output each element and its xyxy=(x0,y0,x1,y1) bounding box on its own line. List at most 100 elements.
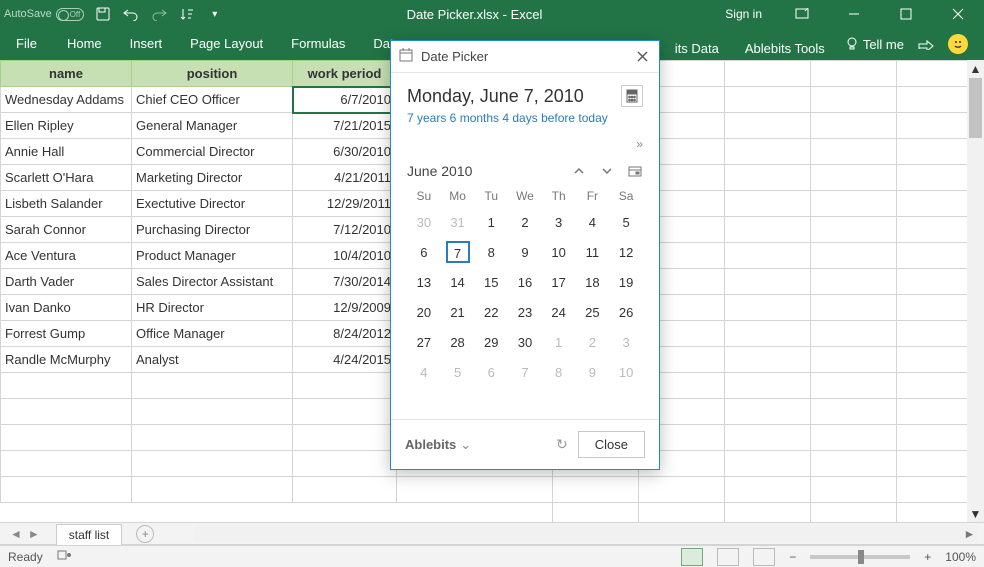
cell[interactable]: 12/9/2009 xyxy=(293,295,397,321)
cell[interactable]: 6/30/2010 xyxy=(293,139,397,165)
feedback-smiley-icon[interactable] xyxy=(948,34,968,54)
calendar-day[interactable]: 18 xyxy=(576,267,610,297)
cell[interactable]: Office Manager xyxy=(132,321,293,347)
calendar-day[interactable]: 30 xyxy=(407,207,441,237)
cell[interactable] xyxy=(132,399,293,425)
sort-icon[interactable] xyxy=(178,5,196,23)
cell[interactable]: Marketing Director xyxy=(132,165,293,191)
cell[interactable]: Wednesday Addams xyxy=(1,87,132,113)
view-page-layout-icon[interactable] xyxy=(717,548,739,566)
tellme[interactable]: Tell me xyxy=(845,37,904,52)
calendar-day[interactable]: 14 xyxy=(441,267,475,297)
calendar-day[interactable]: 30 xyxy=(508,327,542,357)
expand-icon[interactable]: » xyxy=(636,137,643,151)
redo-icon[interactable] xyxy=(150,5,168,23)
calendar-day[interactable]: 24 xyxy=(542,297,576,327)
ablebits-brand[interactable]: Ablebits⌄ xyxy=(405,437,471,453)
pane-close-icon[interactable] xyxy=(633,48,651,66)
view-normal-icon[interactable] xyxy=(681,548,703,566)
zoom-level[interactable]: 100% xyxy=(945,550,976,564)
vertical-scrollbar[interactable]: ▲ ▼ xyxy=(967,60,984,522)
calendar-day[interactable]: 10 xyxy=(609,357,643,387)
cell[interactable]: Ace Ventura xyxy=(1,243,132,269)
calendar-day[interactable]: 15 xyxy=(474,267,508,297)
calendar-day[interactable]: 20 xyxy=(407,297,441,327)
cell[interactable] xyxy=(132,477,293,503)
calendar-day[interactable]: 27 xyxy=(407,327,441,357)
col-header-period[interactable]: work period xyxy=(293,61,397,87)
col-header-name[interactable]: name xyxy=(1,61,132,87)
tab-home[interactable]: Home xyxy=(53,28,116,60)
cell[interactable]: General Manager xyxy=(132,113,293,139)
calendar-day[interactable]: 7 xyxy=(508,357,542,387)
cell[interactable]: 7/21/2015 xyxy=(293,113,397,139)
calendar-day[interactable]: 4 xyxy=(576,207,610,237)
calendar-day[interactable]: 21 xyxy=(441,297,475,327)
tab-nav-next-icon[interactable]: ► xyxy=(28,527,40,541)
hscroll-left-icon[interactable]: ◄ xyxy=(194,525,211,542)
cell[interactable] xyxy=(293,451,397,477)
cell[interactable]: Forrest Gump xyxy=(1,321,132,347)
month-label[interactable]: June 2010 xyxy=(407,163,571,179)
zoom-in-icon[interactable]: + xyxy=(924,550,931,564)
cell[interactable] xyxy=(293,373,397,399)
scroll-down-icon[interactable]: ▼ xyxy=(967,505,984,522)
calendar-day[interactable]: 28 xyxy=(441,327,475,357)
calendar-day[interactable]: 13 xyxy=(407,267,441,297)
calendar-day[interactable]: 4 xyxy=(407,357,441,387)
calendar-day[interactable]: 6 xyxy=(474,357,508,387)
cell[interactable]: Sarah Connor xyxy=(1,217,132,243)
cell[interactable] xyxy=(293,399,397,425)
calendar-day[interactable]: 1 xyxy=(474,207,508,237)
calendar-day[interactable]: 7 xyxy=(441,237,475,267)
calendar-day[interactable]: 16 xyxy=(508,267,542,297)
tab-ablebits-tools[interactable]: Ablebits Tools xyxy=(739,33,831,56)
cell[interactable] xyxy=(1,477,132,503)
cell[interactable]: 12/29/2011 xyxy=(293,191,397,217)
calendar-day[interactable]: 8 xyxy=(542,357,576,387)
cell[interactable]: Ivan Danko xyxy=(1,295,132,321)
cell[interactable] xyxy=(293,425,397,451)
tab-nav-prev-icon[interactable]: ◄ xyxy=(10,527,22,541)
cell[interactable]: Commercial Director xyxy=(132,139,293,165)
col-header-position[interactable]: position xyxy=(132,61,293,87)
calendar-day[interactable]: 8 xyxy=(474,237,508,267)
hscroll-right-icon[interactable]: ► xyxy=(961,525,978,542)
cell[interactable]: 7/30/2014 xyxy=(293,269,397,295)
save-icon[interactable] xyxy=(94,5,112,23)
zoom-slider[interactable] xyxy=(810,555,910,559)
cell[interactable] xyxy=(1,373,132,399)
cell[interactable]: Randle McMurphy xyxy=(1,347,132,373)
close-button[interactable]: Close xyxy=(578,431,645,458)
calendar-day[interactable]: 9 xyxy=(508,237,542,267)
autosave-toggle[interactable]: AutoSave Off xyxy=(4,8,84,21)
calendar-day[interactable]: 1 xyxy=(542,327,576,357)
sheet-tab-staff-list[interactable]: staff list xyxy=(56,524,122,545)
cell[interactable]: Product Manager xyxy=(132,243,293,269)
tab-page-layout[interactable]: Page Layout xyxy=(176,28,277,60)
calendar-day[interactable]: 2 xyxy=(576,327,610,357)
calendar-day[interactable]: 23 xyxy=(508,297,542,327)
share-icon[interactable] xyxy=(918,36,934,53)
cell[interactable]: Lisbeth Salander xyxy=(1,191,132,217)
calendar-day[interactable]: 29 xyxy=(474,327,508,357)
cell[interactable] xyxy=(132,425,293,451)
cell[interactable]: Chief CEO Officer xyxy=(132,87,293,113)
cell[interactable] xyxy=(1,399,132,425)
today-icon[interactable] xyxy=(627,163,643,179)
calendar-day[interactable]: 10 xyxy=(542,237,576,267)
cell[interactable]: Ellen Ripley xyxy=(1,113,132,139)
cell[interactable] xyxy=(1,451,132,477)
calendar-day[interactable]: 12 xyxy=(609,237,643,267)
signin-link[interactable]: Sign in xyxy=(725,7,762,21)
calendar-day[interactable]: 5 xyxy=(441,357,475,387)
next-month-icon[interactable] xyxy=(599,163,615,179)
calendar-day[interactable]: 9 xyxy=(576,357,610,387)
cell[interactable] xyxy=(397,477,553,503)
new-sheet-icon[interactable]: + xyxy=(136,525,154,543)
cell[interactable]: 7/12/2010 xyxy=(293,217,397,243)
calendar-day[interactable]: 5 xyxy=(609,207,643,237)
cell[interactable]: Scarlett O'Hara xyxy=(1,165,132,191)
tab-ablebits-data-partial[interactable]: its Data xyxy=(669,33,725,56)
macro-recorder-icon[interactable] xyxy=(57,549,71,564)
